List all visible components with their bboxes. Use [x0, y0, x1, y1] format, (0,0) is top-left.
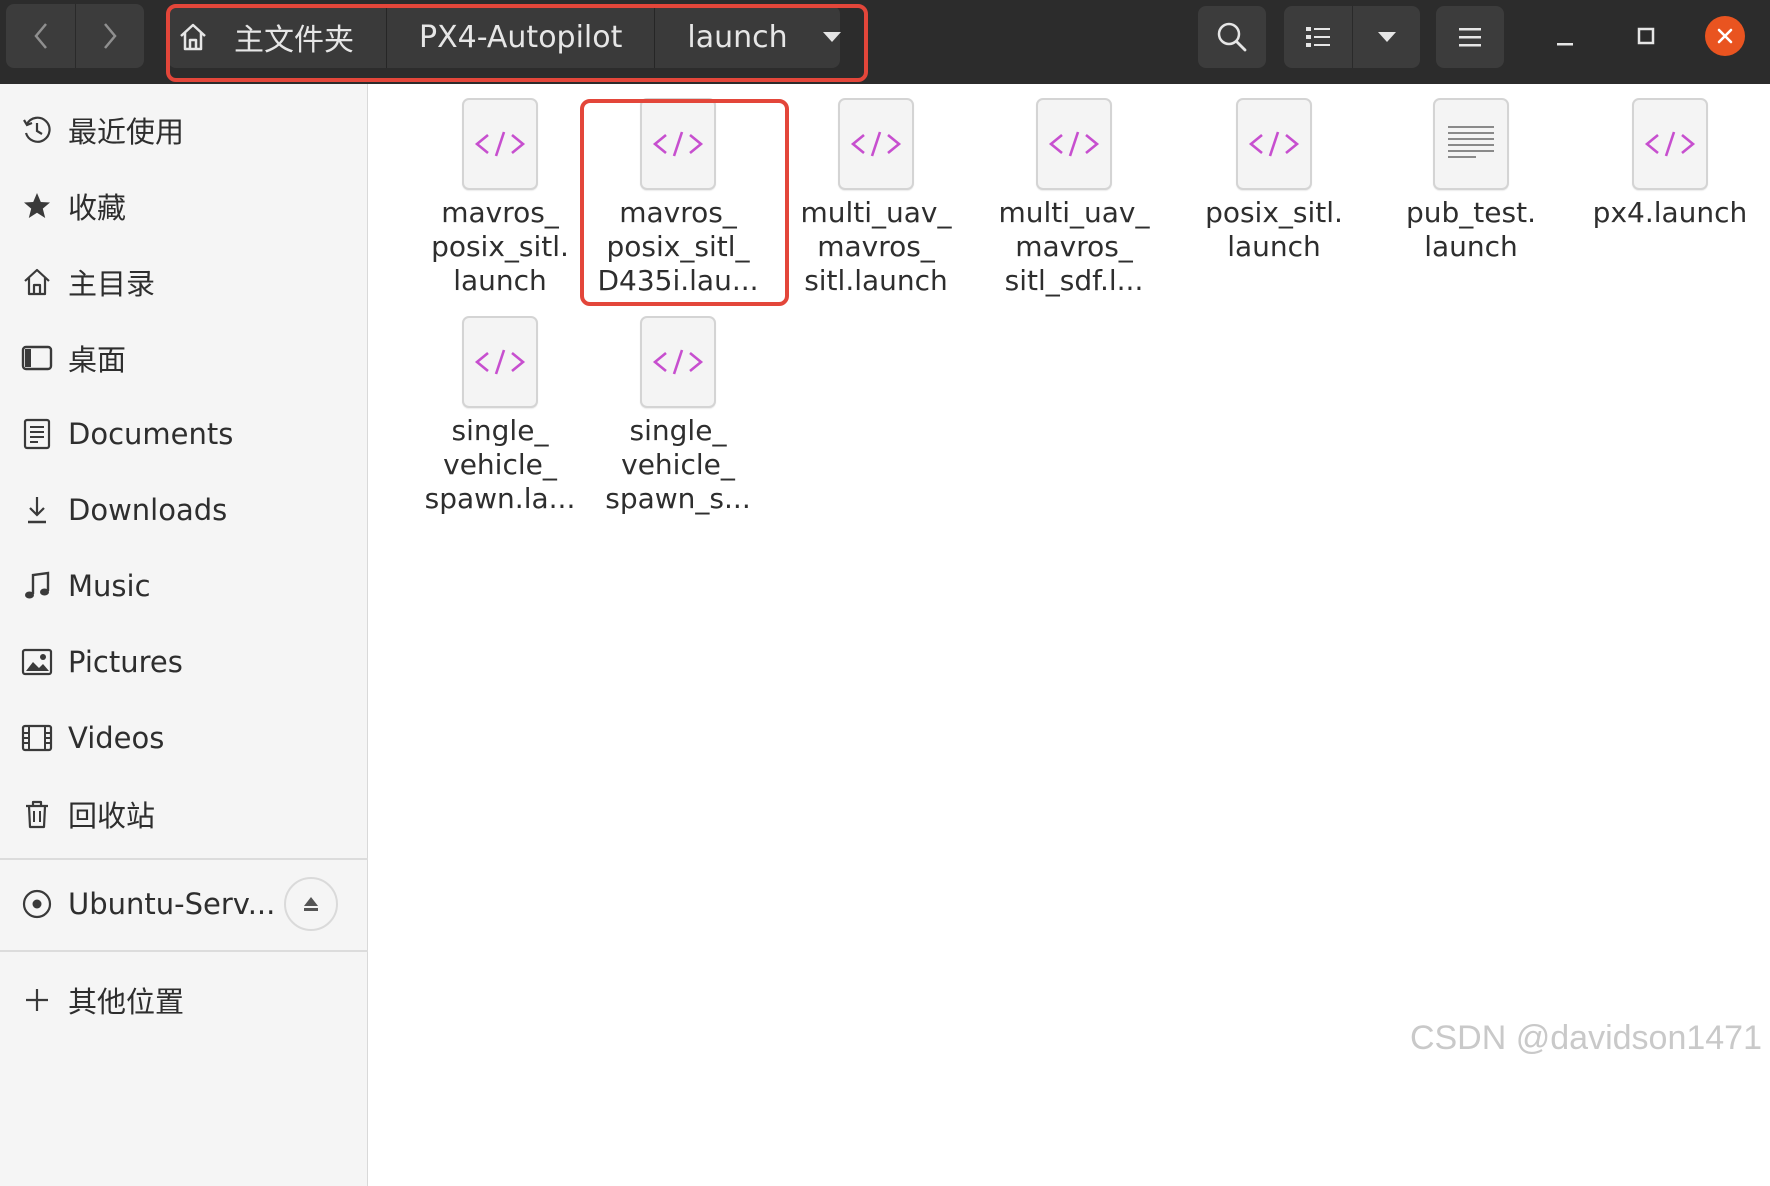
chevron-down-icon[interactable]	[822, 31, 842, 43]
file-item[interactable]: mavros_ posix_sitl_ D435i.lau...	[583, 98, 773, 298]
sidebar-divider	[0, 858, 368, 860]
code-file-icon	[1632, 98, 1708, 190]
file-name: mavros_ posix_sitl_ D435i.lau...	[597, 196, 759, 297]
breadcrumb-label: launch	[687, 19, 788, 55]
sidebar-item-documents[interactable]: Documents	[0, 404, 368, 464]
file-name: posix_sitl. launch	[1205, 196, 1343, 263]
code-file-icon	[640, 316, 716, 408]
sidebar-divider	[0, 950, 368, 952]
text-file-icon	[1433, 98, 1509, 190]
picture-icon	[20, 645, 54, 679]
back-button[interactable]	[6, 4, 75, 68]
code-file-icon	[1236, 98, 1312, 190]
close-button[interactable]	[1705, 16, 1745, 56]
sidebar-item-label: 回收站	[68, 799, 156, 833]
watermark: CSDN @davidson1471	[1409, 1019, 1762, 1057]
download-icon	[20, 493, 54, 527]
sidebar-item-label: Downloads	[68, 493, 228, 527]
list-icon	[1306, 27, 1330, 47]
chevron-right-icon	[104, 23, 117, 49]
file-view: mavros_ posix_sitl. launch mavros_ posix…	[369, 84, 1770, 1186]
sidebar-item-downloads[interactable]: Downloads	[0, 480, 368, 540]
sidebar-item-pictures[interactable]: Pictures	[0, 632, 368, 692]
sidebar-item-label: Documents	[68, 417, 234, 451]
maximize-button[interactable]	[1626, 16, 1666, 56]
file-item[interactable]: multi_uav_ mavros_ sitl.launch	[781, 98, 971, 298]
desktop-icon	[20, 341, 54, 375]
code-file-icon	[462, 316, 538, 408]
breadcrumb-home[interactable]: 主文件夹	[168, 6, 387, 68]
file-item[interactable]: mavros_ posix_sitl. launch	[405, 98, 595, 298]
path-bar: 主文件夹 PX4-Autopilot launch	[168, 6, 841, 68]
minimize-icon	[1557, 43, 1573, 46]
home-icon	[176, 20, 210, 54]
sidebar-item-videos[interactable]: Videos	[0, 708, 368, 768]
search-button[interactable]	[1198, 6, 1266, 68]
music-icon	[20, 569, 54, 603]
sidebar-item-label: 其他位置	[68, 985, 185, 1019]
breadcrumb-label: PX4-Autopilot	[419, 19, 623, 55]
sidebar-item-label: Music	[68, 569, 151, 603]
sidebar-item-label: 桌面	[68, 343, 127, 377]
sidebar-item-label: 主目录	[68, 267, 156, 301]
breadcrumb-launch[interactable]: launch	[655, 6, 857, 68]
search-icon	[1217, 22, 1247, 52]
sidebar-item-label: Pictures	[68, 645, 183, 679]
sidebar-item-recent[interactable]: 最近使用	[0, 100, 368, 160]
file-item[interactable]: posix_sitl. launch	[1179, 98, 1369, 264]
menu-button[interactable]	[1436, 6, 1504, 68]
breadcrumb-label: 主文件夹	[234, 23, 354, 58]
video-icon	[20, 721, 54, 755]
trash-icon	[20, 797, 54, 831]
document-icon	[20, 417, 54, 451]
file-name: mavros_ posix_sitl. launch	[431, 196, 569, 297]
file-name: single_ vehicle_ spawn_s...	[605, 414, 751, 515]
file-name: px4.launch	[1592, 196, 1748, 229]
disc-icon	[20, 887, 54, 921]
file-item[interactable]: pub_test. launch	[1376, 98, 1566, 264]
breadcrumb-px4[interactable]: PX4-Autopilot	[387, 6, 656, 68]
view-options	[1284, 6, 1420, 68]
clock-icon	[20, 113, 54, 147]
file-item[interactable]: multi_uav_ mavros_ sitl_sdf.l...	[979, 98, 1169, 298]
file-item[interactable]: single_ vehicle_ spawn.la...	[405, 316, 595, 516]
view-dropdown-button[interactable]	[1352, 6, 1420, 68]
eject-button[interactable]	[284, 877, 338, 931]
maximize-icon	[1637, 27, 1655, 45]
file-item[interactable]: single_ vehicle_ spawn_s...	[583, 316, 773, 516]
chevron-down-icon	[1377, 32, 1396, 42]
close-icon	[1717, 28, 1733, 44]
sidebar-item-label: Videos	[68, 721, 165, 755]
sidebar-item-music[interactable]: Music	[0, 556, 368, 616]
sidebar-item-home[interactable]: 主目录	[0, 252, 368, 312]
list-view-button[interactable]	[1284, 6, 1352, 68]
minimize-button[interactable]	[1545, 16, 1585, 56]
code-file-icon	[838, 98, 914, 190]
code-file-icon	[462, 98, 538, 190]
file-name: single_ vehicle_ spawn.la...	[424, 414, 576, 515]
file-name: multi_uav_ mavros_ sitl_sdf.l...	[998, 196, 1150, 297]
header-bar: 主文件夹 PX4-Autopilot launch	[0, 0, 1770, 84]
chevron-left-icon	[33, 23, 47, 49]
file-item[interactable]: px4.launch	[1575, 98, 1765, 230]
plus-icon	[20, 983, 54, 1017]
eject-icon	[304, 897, 318, 911]
home-icon	[20, 265, 54, 299]
sidebar-item-starred[interactable]: 收藏	[0, 176, 368, 236]
navigation-buttons	[6, 4, 144, 68]
code-file-icon	[1036, 98, 1112, 190]
sidebar-item-label: Ubuntu-Serv...	[68, 887, 276, 921]
file-name: pub_test. launch	[1406, 196, 1536, 263]
file-name: multi_uav_ mavros_ sitl.launch	[800, 196, 952, 297]
sidebar-item-label: 最近使用	[68, 115, 185, 149]
sidebar: 最近使用 收藏 主目录 桌面 Documents Downloads Music…	[0, 84, 368, 1186]
sidebar-item-trash[interactable]: 回收站	[0, 784, 368, 844]
star-icon	[20, 189, 54, 223]
forward-button[interactable]	[75, 4, 144, 68]
sidebar-item-label: 收藏	[68, 191, 127, 225]
hamburger-icon	[1459, 28, 1481, 47]
code-file-icon	[640, 98, 716, 190]
sidebar-item-desktop[interactable]: 桌面	[0, 328, 368, 388]
sidebar-item-other-locations[interactable]: 其他位置	[0, 970, 368, 1030]
